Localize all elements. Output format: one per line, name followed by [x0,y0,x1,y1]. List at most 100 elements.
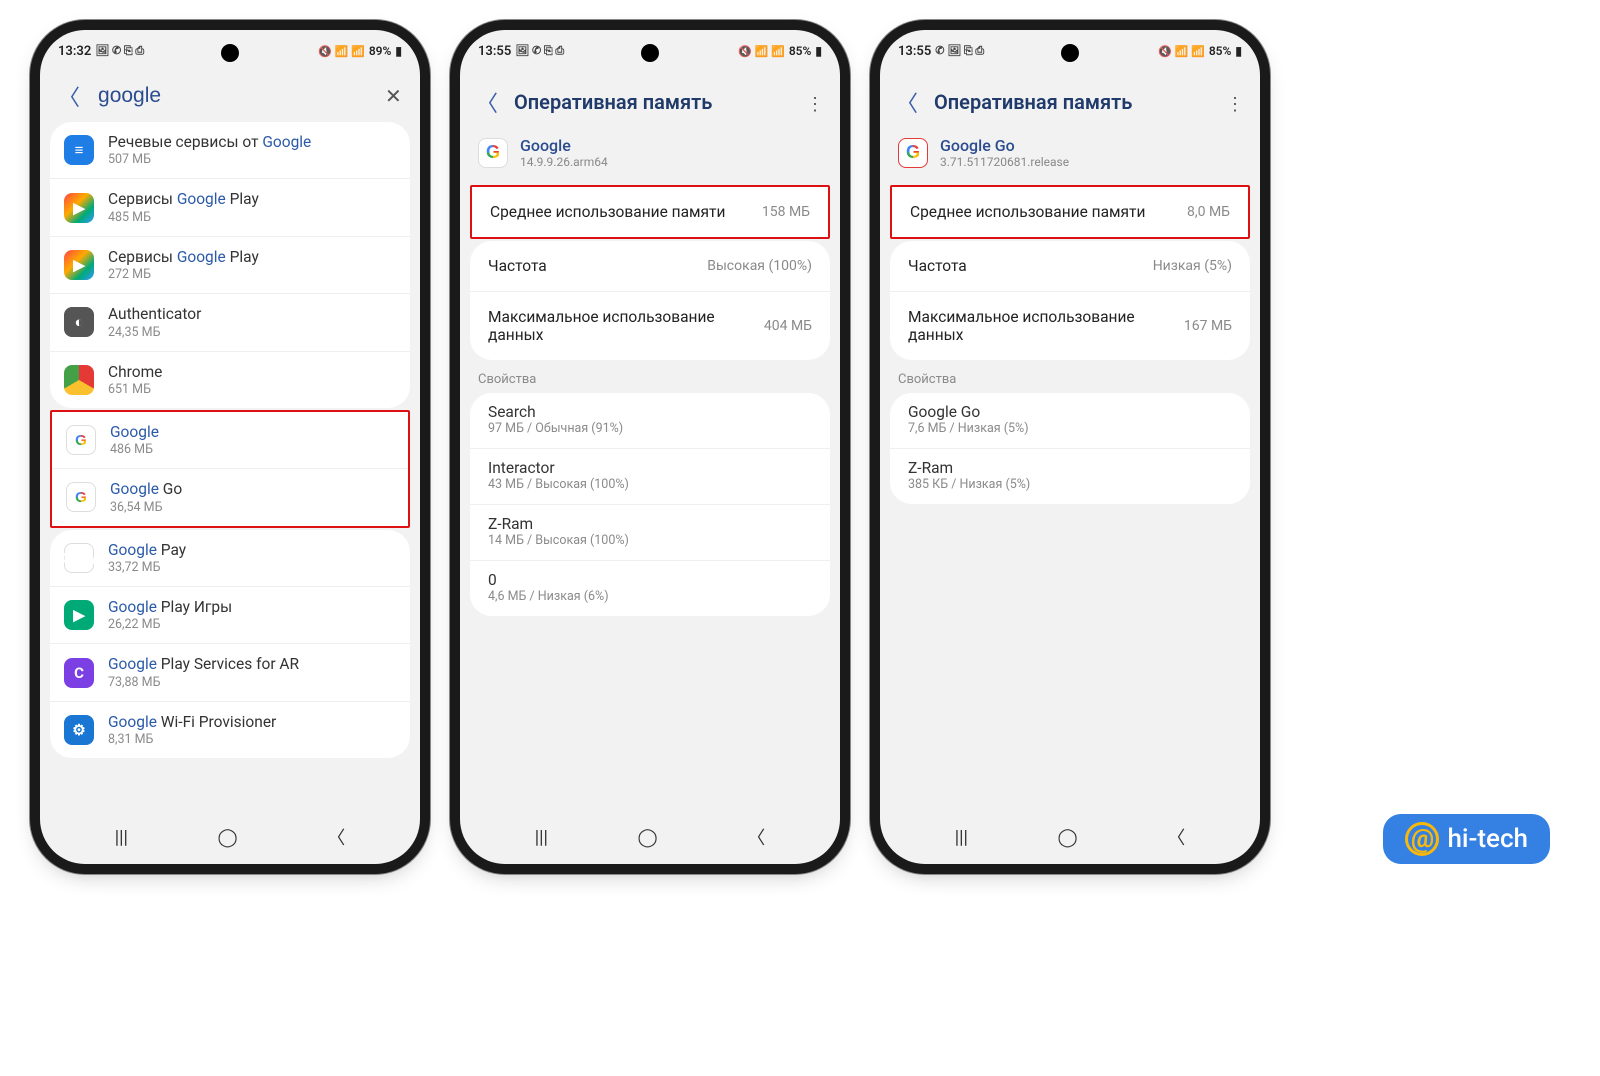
property-row[interactable]: Z-Ram14 МБ / Высокая (100%) [470,505,830,561]
app-name: Google Go [940,136,1069,155]
search-input[interactable] [98,84,369,108]
back-icon[interactable]: 〈 [470,82,504,122]
property-row[interactable]: Interactor43 МБ / Высокая (100%) [470,449,830,505]
status-icons-right: 🔇 📶 📶 [738,45,785,58]
app-version: 14.9.9.26.arm64 [520,155,608,169]
property-sub: 97 МБ / Обычная (91%) [488,421,812,436]
stat-value: 167 МБ [1184,318,1232,334]
property-sub: 14 МБ / Высокая (100%) [488,533,812,548]
stat-label: Среднее использование памяти [490,203,725,221]
back-icon[interactable]: 〈 [52,76,86,116]
app-list-item[interactable]: ◐Authenticator24,35 МБ [50,294,410,351]
nav-home-icon[interactable]: ◯ [638,827,658,848]
app-list-item[interactable]: GPayGoogle Pay33,72 МБ [50,530,410,587]
clear-icon[interactable]: ✕ [381,80,406,112]
property-name: Z-Ram [488,515,812,533]
speech-icon: ≡ [64,135,94,165]
front-camera [221,44,239,62]
status-time: 13:32 [58,44,91,59]
nav-home-icon[interactable]: ◯ [218,827,238,848]
highlight-box: Среднее использование памяти 158 МБ [470,185,830,239]
nav-back-icon[interactable]: 〈 [747,824,765,850]
app-list-item[interactable]: CGoogle Play Services for AR73,88 МБ [50,644,410,701]
nav-home-icon[interactable]: ◯ [1058,827,1078,848]
app-size: 26,22 МБ [108,617,232,632]
app-size: 485 МБ [108,210,259,225]
google-go-icon: G [898,138,928,168]
app-title: Google Pay [108,541,186,560]
app-title: Chrome [108,363,162,382]
status-icons-left: ✆ 🖼 ⎘ ⎙ [935,44,984,58]
page-title: Оперативная память [514,90,794,114]
status-battery: 85% [789,44,812,58]
stat-max-data[interactable]: Максимальное использование данных 404 МБ [470,292,830,360]
stat-value: 158 МБ [762,204,810,220]
property-sub: 7,6 МБ / Низкая (5%) [908,421,1232,436]
google-icon: G [66,425,96,455]
stat-card: Частота Низкая (5%) Максимальное использ… [890,241,1250,360]
nav-recent-icon[interactable]: ||| [115,827,128,848]
app-list-item[interactable]: GGoogle Go36,54 МБ [52,469,408,525]
more-icon[interactable]: ⋮ [418,84,420,109]
nav-recent-icon[interactable]: ||| [955,827,968,848]
app-header: G Google Go 3.71.511720681.release [880,128,1260,183]
app-header: G Google 14.9.9.26.arm64 [460,128,840,183]
property-sub: 4,6 МБ / Низкая (6%) [488,589,812,604]
nav-bar: ||| ◯ 〈 [880,818,1260,864]
property-row[interactable]: 04,6 МБ / Низкая (6%) [470,561,830,616]
stat-frequency[interactable]: Частота Низкая (5%) [890,241,1250,292]
googlego-icon: G [66,482,96,512]
app-list-item[interactable]: ▶Сервисы Google Play272 МБ [50,237,410,294]
prov-icon: ⚙ [64,715,94,745]
status-time: 13:55 [478,44,511,59]
highlight-box: Среднее использование памяти 8,0 МБ [890,185,1250,239]
property-name: Search [488,403,812,421]
app-name: Google [520,136,608,155]
more-icon[interactable]: ⋮ [804,90,826,115]
nav-back-icon[interactable]: 〈 [327,824,345,850]
front-camera [641,44,659,62]
app-list-item[interactable]: Chrome651 МБ [50,352,410,408]
nav-bar: ||| ◯ 〈 [40,818,420,864]
watermark: @ hi-tech [1383,814,1550,864]
app-title: Google Play Игры [108,598,232,617]
app-list-top: ≡Речевые сервисы от Google507 МБ▶Сервисы… [50,122,410,408]
app-list-item[interactable]: GGoogle486 МБ [52,412,408,469]
stat-average-memory[interactable]: Среднее использование памяти 8,0 МБ [892,187,1248,237]
stat-value: Высокая (100%) [707,258,812,274]
battery-icon: ▮ [395,44,402,58]
app-list-item[interactable]: ▶Сервисы Google Play485 МБ [50,179,410,236]
status-icons-left: 🖼 ✆ ⎘ ⎙ [95,44,144,58]
app-list-item[interactable]: ▶ Google Play Игры26,22 МБ [50,587,410,644]
property-row[interactable]: Google Go7,6 МБ / Низкая (5%) [890,393,1250,449]
section-label: Свойства [460,360,840,393]
app-size: 272 МБ [108,267,259,282]
page-header: 〈 Оперативная память ⋮ [880,66,1260,128]
stat-value: Низкая (5%) [1153,258,1232,274]
stat-frequency[interactable]: Частота Высокая (100%) [470,241,830,292]
stat-max-data[interactable]: Максимальное использование данных 167 МБ [890,292,1250,360]
app-size: 486 МБ [110,442,159,457]
nav-back-icon[interactable]: 〈 [1167,824,1185,850]
stat-average-memory[interactable]: Среднее использование памяти 158 МБ [472,187,828,237]
stat-card: Частота Высокая (100%) Максимальное испо… [470,241,830,360]
more-icon[interactable]: ⋮ [1224,90,1246,115]
app-list-item[interactable]: ⚙Google Wi-Fi Provisioner8,31 МБ [50,702,410,758]
playg-icon: ▶ [64,600,94,630]
app-list-item[interactable]: ≡Речевые сервисы от Google507 МБ [50,122,410,179]
nav-recent-icon[interactable]: ||| [535,827,548,848]
back-icon[interactable]: 〈 [890,82,924,122]
front-camera [1061,44,1079,62]
props-card: Search97 МБ / Обычная (91%)Interactor43 … [470,393,830,616]
page-header: 〈 Оперативная память ⋮ [460,66,840,128]
property-name: Interactor [488,459,812,477]
property-row[interactable]: Search97 МБ / Обычная (91%) [470,393,830,449]
status-icons-right: 🔇 📶 📶 [1158,45,1205,58]
app-size: 651 МБ [108,382,162,397]
app-size: 36,54 МБ [110,500,182,515]
watermark-at-icon: @ [1405,822,1439,856]
property-row[interactable]: Z-Ram385 КБ / Низкая (5%) [890,449,1250,504]
battery-icon: ▮ [815,44,822,58]
stat-label: Максимальное использование данных [908,308,1176,344]
app-size: 507 МБ [108,152,311,167]
